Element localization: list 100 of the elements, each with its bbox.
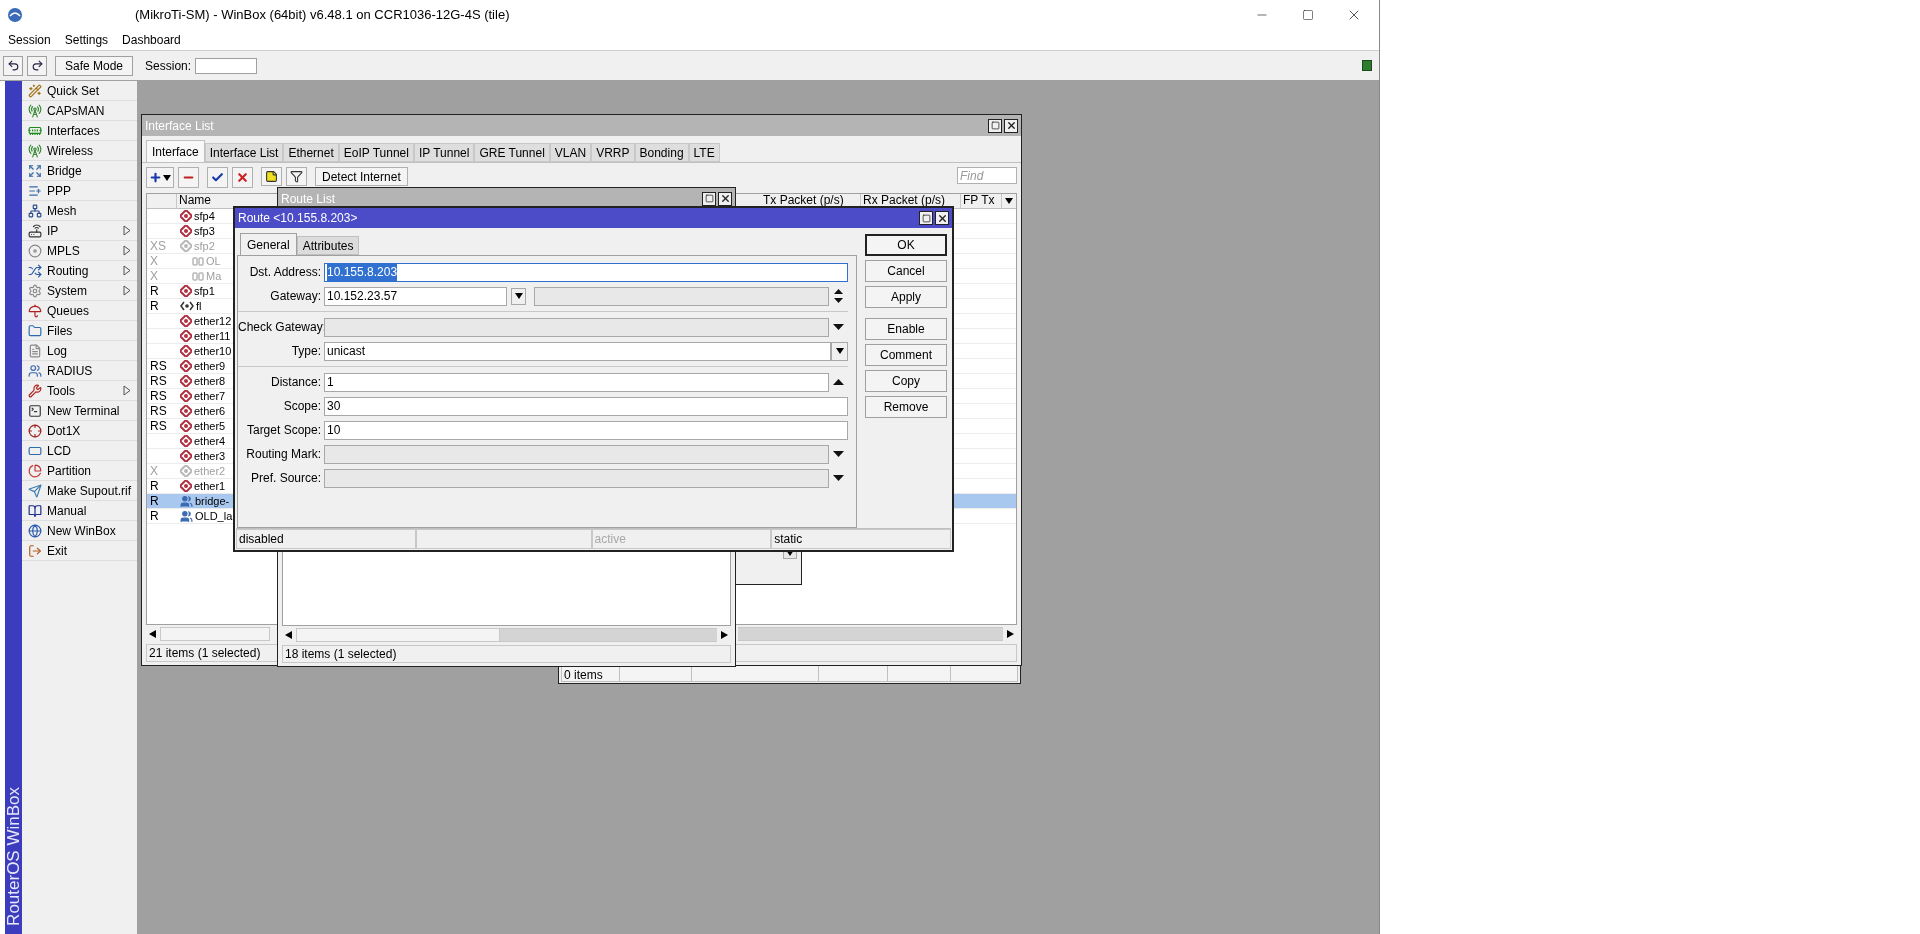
sidebar-item[interactable]: New Terminal (22, 401, 138, 421)
scrollbar-track[interactable] (738, 627, 1003, 641)
field-label: Scope: (282, 398, 322, 415)
maximize-button[interactable] (988, 118, 1002, 133)
scroll-right-icon[interactable] (1005, 629, 1015, 639)
dialog-button[interactable]: Comment (865, 344, 947, 366)
antenna-icon (28, 103, 42, 118)
port-icon (180, 405, 192, 417)
dropdown-field[interactable] (324, 468, 829, 488)
status-cell: disabled (236, 529, 416, 549)
dialog-button[interactable]: Remove (865, 396, 947, 418)
sidebar-item[interactable]: Dot1X (22, 421, 138, 441)
dropdown-field[interactable] (324, 444, 829, 464)
dialog-button[interactable]: Enable (865, 318, 947, 340)
text-field[interactable] (534, 286, 829, 306)
maximize-button[interactable] (702, 191, 716, 206)
sidebar-item[interactable]: Interfaces (22, 121, 138, 141)
find-field[interactable]: Find (957, 167, 1017, 184)
safe-mode-button[interactable]: Safe Mode (55, 55, 134, 76)
close-button[interactable] (718, 191, 732, 206)
remove-button[interactable] (178, 167, 199, 188)
tab[interactable]: EoIP Tunnel (338, 143, 414, 162)
dropdown-field[interactable] (324, 317, 829, 337)
scrollbar-thumb[interactable] (160, 627, 270, 641)
sidebar-item[interactable]: Quick Set (22, 81, 138, 101)
tab[interactable]: VLAN (549, 143, 592, 162)
comment-button[interactable] (261, 167, 282, 186)
window-title: Route List (281, 190, 337, 208)
menu-item[interactable]: Session (8, 31, 51, 49)
field-label: Pref. Source: (249, 470, 322, 487)
text-field[interactable]: 10.155.8.203 (324, 262, 848, 282)
tab[interactable]: Ethernet (283, 143, 339, 162)
tab[interactable]: Interface List (204, 143, 284, 162)
tab[interactable]: IP Tunnel (413, 143, 475, 162)
sidebar-item[interactable]: Tools (22, 381, 138, 401)
dropdown-button[interactable] (511, 287, 526, 305)
tab[interactable]: Attributes (296, 236, 360, 255)
sidebar-item[interactable]: Partition (22, 461, 138, 481)
sidebar-item[interactable]: Manual (22, 501, 138, 521)
sidebar-item[interactable]: MPLS (22, 241, 138, 261)
scroll-left-icon[interactable] (284, 630, 294, 640)
sidebar-item[interactable]: New WinBox (22, 521, 138, 541)
scroll-right-icon[interactable] (719, 630, 729, 640)
sidebar-item[interactable]: Make Supout.rif (22, 481, 138, 501)
sidebar-item[interactable]: LCD (22, 441, 138, 461)
text-field[interactable]: 10 (324, 420, 848, 440)
add-button[interactable] (146, 167, 174, 188)
menu-item[interactable]: Dashboard (122, 31, 181, 49)
column-header[interactable]: FP Tx (961, 194, 1002, 208)
tab[interactable]: VRRP (591, 143, 635, 162)
sidebar-item[interactable]: Bridge (22, 161, 138, 181)
folder-icon (28, 323, 42, 338)
sidebar-item[interactable]: Wireless (22, 141, 138, 161)
flag-text: RS (150, 359, 167, 373)
caret-icon (834, 346, 845, 356)
undo-button[interactable] (3, 55, 23, 76)
dialog-button[interactable]: Apply (865, 286, 947, 308)
dialog-button[interactable]: OK (865, 234, 947, 256)
sidebar-item[interactable]: CAPsMAN (22, 101, 138, 121)
disable-button[interactable] (232, 167, 253, 188)
tab[interactable]: GRE Tunnel (474, 143, 550, 162)
interface-name: bridge- (195, 493, 230, 509)
close-icon (719, 193, 731, 204)
sidebar-item[interactable]: Log (22, 341, 138, 361)
dialog-button[interactable]: Copy (865, 370, 947, 392)
sidebar-item[interactable]: PPP (22, 181, 138, 201)
port-icon (180, 285, 192, 297)
text-field[interactable]: 30 (324, 396, 848, 416)
sidebar-item[interactable]: Exit (22, 541, 138, 561)
menu-item[interactable]: Settings (64, 31, 109, 49)
sidebar-item[interactable]: System (22, 281, 138, 301)
number-field[interactable]: 1 (324, 372, 829, 392)
dialog-button[interactable]: Cancel (865, 260, 947, 282)
sidebar-item[interactable]: Routing (22, 261, 138, 281)
redo-button[interactable] (27, 55, 47, 76)
close-button[interactable] (935, 211, 949, 225)
tab[interactable]: General (240, 233, 297, 255)
dropdown-button[interactable] (831, 341, 848, 361)
combo-field[interactable]: unicast (324, 341, 831, 361)
filter-button[interactable] (286, 167, 307, 186)
scrollbar-thumb[interactable] (296, 628, 500, 642)
close-button[interactable] (1004, 118, 1018, 133)
session-field[interactable] (195, 57, 258, 74)
scroll-left-icon[interactable] (148, 629, 158, 639)
sidebar-item[interactable]: Mesh (22, 201, 138, 221)
enable-button[interactable] (207, 167, 228, 188)
sidebar-item[interactable]: IP (22, 221, 138, 241)
network-icon (28, 203, 42, 218)
port-icon (180, 420, 192, 432)
detect-internet-button[interactable]: Detect Internet (315, 167, 408, 186)
tab[interactable]: Interface (146, 140, 205, 162)
text-field[interactable]: 10.152.23.57 (324, 286, 507, 306)
sidebar-item[interactable]: Queues (22, 301, 138, 321)
tab[interactable]: LTE (688, 143, 720, 162)
bridge-icon (180, 509, 193, 523)
sidebar-item[interactable]: Files (22, 321, 138, 341)
tab[interactable]: Bonding (634, 143, 689, 162)
sidebar-item[interactable]: RADIUS (22, 361, 138, 381)
maximize-button[interactable] (919, 211, 933, 225)
app-logo-icon (7, 7, 23, 23)
